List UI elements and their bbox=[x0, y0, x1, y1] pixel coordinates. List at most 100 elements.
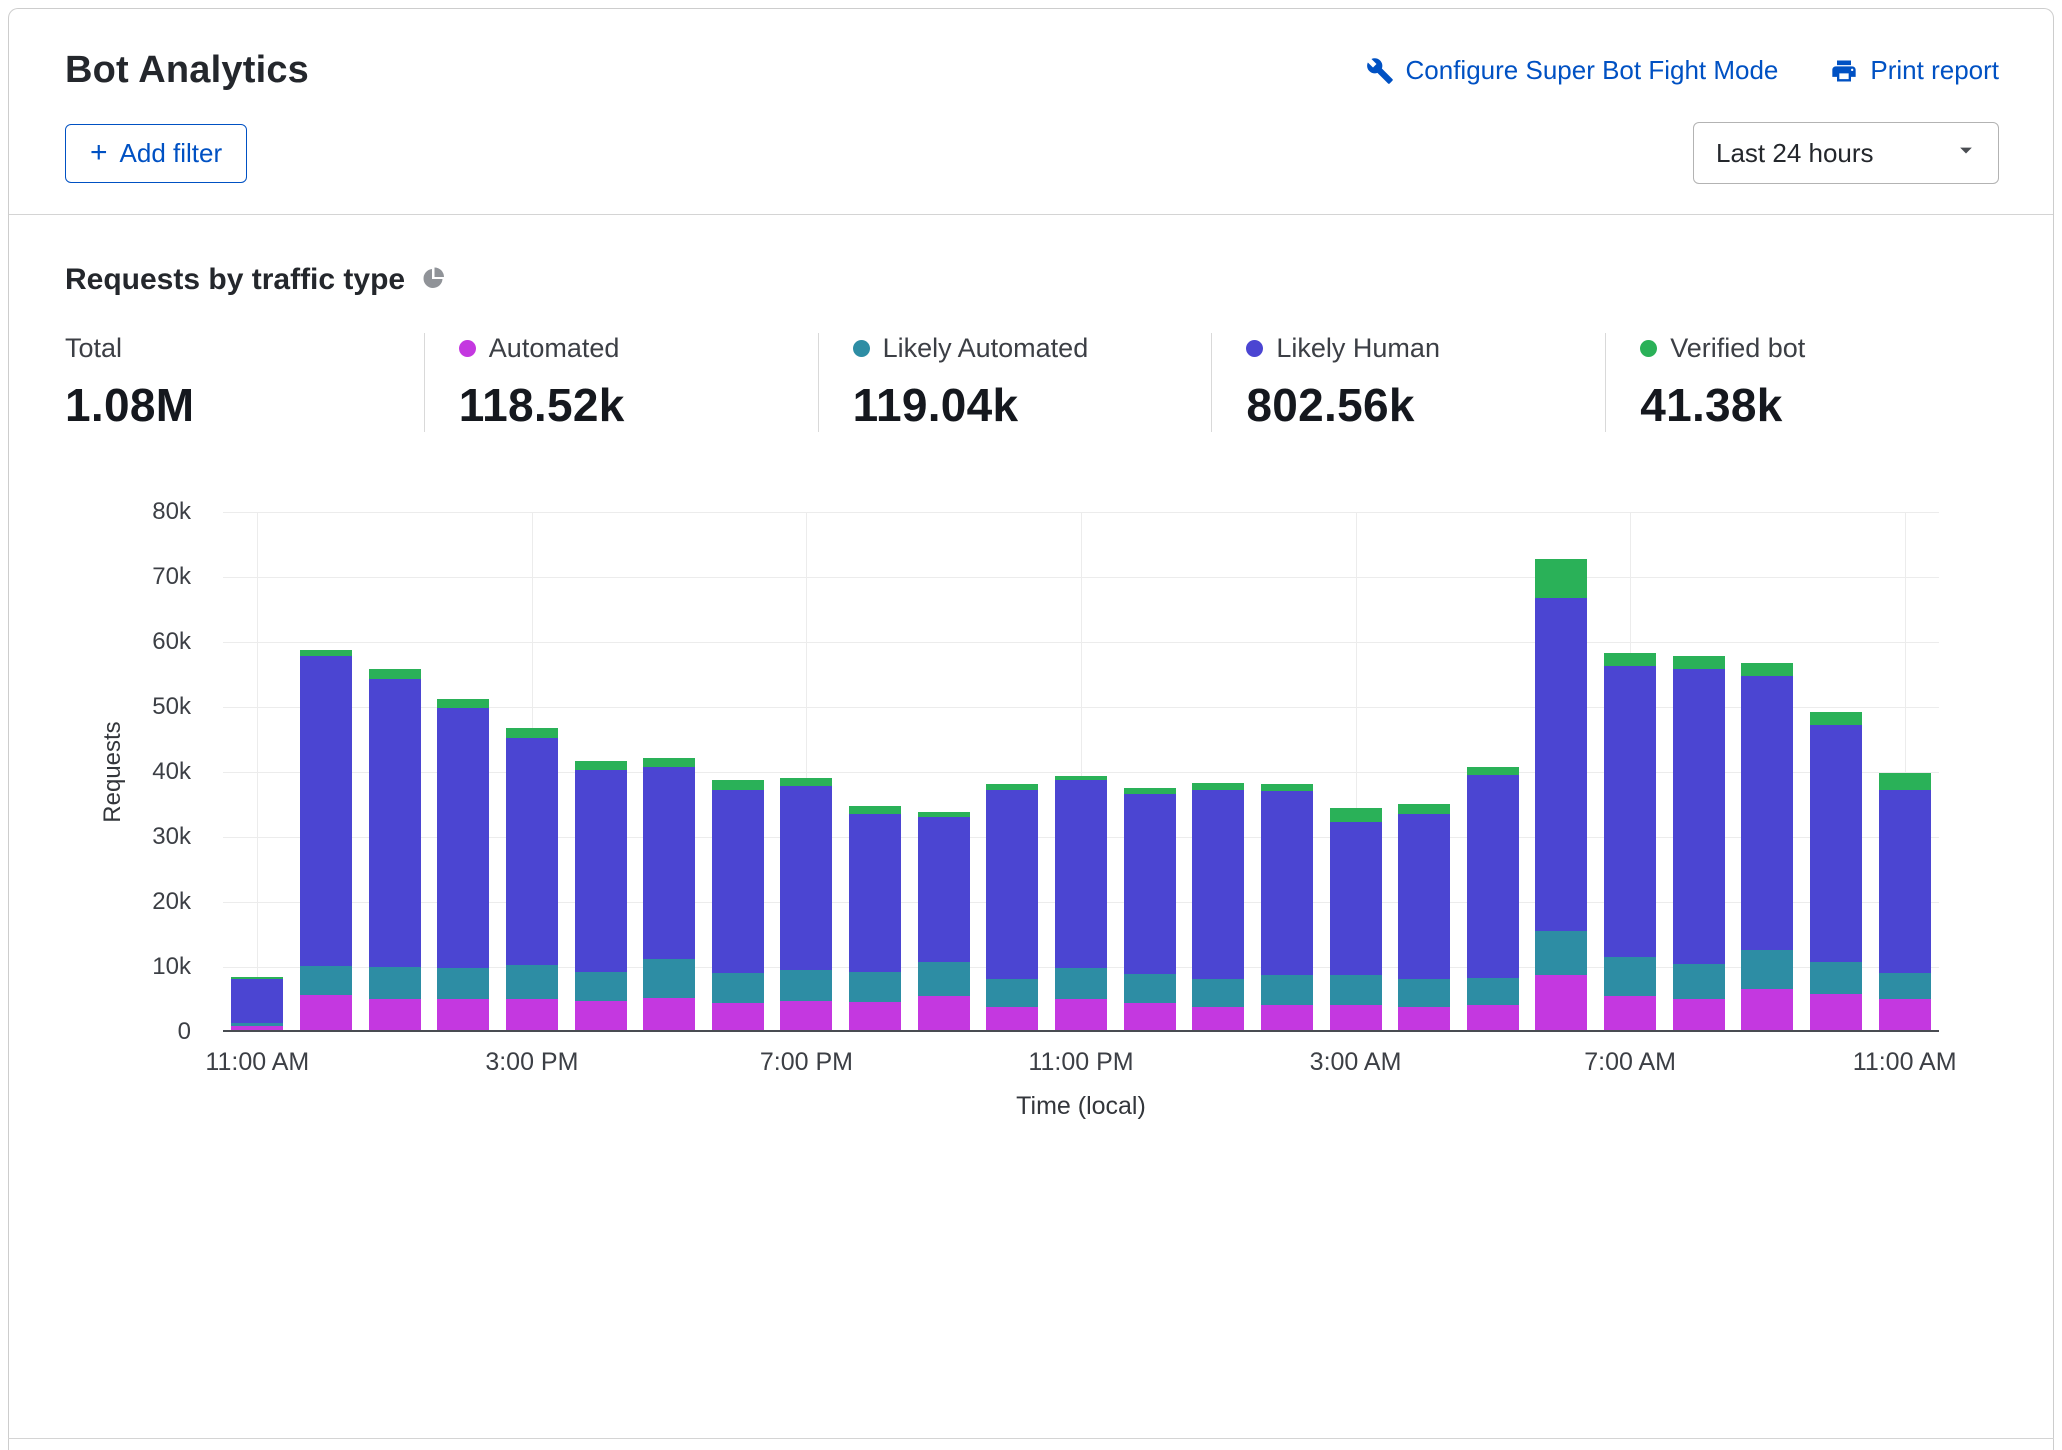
x-tick-label: 11:00 AM bbox=[1853, 1048, 1957, 1077]
bar-slot bbox=[1596, 512, 1665, 1030]
bar-segment-likely-human bbox=[1879, 790, 1931, 973]
stats-row: Total1.08MAutomated118.52kLikely Automat… bbox=[65, 333, 1999, 432]
bar-segment-likely-human bbox=[1192, 790, 1244, 979]
bar-segment-verified-bot bbox=[849, 806, 901, 814]
configure-super-bot-fight-mode-link[interactable]: Configure Super Bot Fight Mode bbox=[1366, 55, 1779, 86]
stat-value: 41.38k bbox=[1640, 378, 1999, 432]
x-tick-label: 11:00 AM bbox=[205, 1048, 309, 1077]
bar-slot bbox=[1870, 512, 1939, 1030]
time-range-value: Last 24 hours bbox=[1716, 138, 1874, 169]
stacked-bar bbox=[780, 778, 832, 1030]
stacked-bar bbox=[437, 699, 489, 1030]
stacked-bar bbox=[712, 780, 764, 1030]
stacked-bar bbox=[1741, 663, 1793, 1030]
bar-segment-likely-automated bbox=[780, 970, 832, 1001]
y-tick-label: 30k bbox=[152, 823, 191, 851]
bar-segment-likely-human bbox=[1741, 676, 1793, 950]
stacked-bar bbox=[1261, 784, 1313, 1030]
bar-slot bbox=[772, 512, 841, 1030]
bar-segment-likely-automated bbox=[1330, 975, 1382, 1004]
stat-value: 119.04k bbox=[853, 378, 1212, 432]
bar-slot bbox=[360, 512, 429, 1030]
print-link-label: Print report bbox=[1870, 55, 1999, 86]
bar-segment-verified-bot bbox=[1810, 712, 1862, 725]
section-title: Requests by traffic type bbox=[65, 263, 405, 297]
requests-chart: Requests 010k20k30k40k50k60k70k80k 11:00… bbox=[65, 512, 1999, 1152]
add-filter-button[interactable]: + Add filter bbox=[65, 124, 247, 183]
stacked-bar bbox=[231, 977, 283, 1030]
bar-segment-automated bbox=[1741, 989, 1793, 1030]
bar-segment-automated bbox=[1330, 1005, 1382, 1030]
bar-segment-likely-automated bbox=[437, 968, 489, 999]
stat-label: Likely Automated bbox=[883, 333, 1089, 364]
bar-segment-verified-bot bbox=[1398, 804, 1450, 814]
stacked-bar bbox=[918, 812, 970, 1030]
bar-segment-likely-automated bbox=[1604, 957, 1656, 996]
bar-segment-automated bbox=[300, 995, 352, 1030]
stacked-bar bbox=[506, 728, 558, 1030]
bar-segment-likely-human bbox=[437, 708, 489, 968]
stat-value: 802.56k bbox=[1246, 378, 1605, 432]
bar-segment-likely-human bbox=[1330, 822, 1382, 975]
printer-icon bbox=[1830, 57, 1858, 85]
bar-segment-automated bbox=[780, 1001, 832, 1030]
bar-segment-verified-bot bbox=[712, 780, 764, 789]
stacked-bar bbox=[1192, 783, 1244, 1030]
bar-segment-likely-automated bbox=[1741, 950, 1793, 989]
card-body: Requests by traffic type Total1.08MAutom… bbox=[9, 215, 2053, 1152]
time-range-select[interactable]: Last 24 hours bbox=[1693, 122, 1999, 184]
bar-segment-automated bbox=[369, 999, 421, 1030]
print-report-link[interactable]: Print report bbox=[1830, 55, 1999, 86]
stacked-bar bbox=[986, 784, 1038, 1030]
bar-segment-automated bbox=[1879, 999, 1931, 1030]
bar-segment-likely-automated bbox=[1535, 931, 1587, 976]
bar-segment-likely-human bbox=[1398, 814, 1450, 979]
card-header: Bot Analytics Configure Super Bot Fight … bbox=[9, 9, 2053, 214]
stacked-bar bbox=[1810, 712, 1862, 1030]
stacked-bar bbox=[1467, 767, 1519, 1030]
bar-segment-likely-human bbox=[1055, 780, 1107, 968]
bar-slot bbox=[1527, 512, 1596, 1030]
bar-segment-verified-bot bbox=[506, 728, 558, 738]
bar-segment-verified-bot bbox=[780, 778, 832, 786]
bar-segment-likely-human bbox=[643, 767, 695, 959]
y-tick-label: 10k bbox=[152, 953, 191, 981]
legend-dot bbox=[1246, 340, 1263, 357]
stacked-bar bbox=[1330, 808, 1382, 1030]
stat-label: Likely Human bbox=[1276, 333, 1440, 364]
bar-segment-likely-human bbox=[780, 786, 832, 969]
wrench-icon bbox=[1366, 57, 1394, 85]
stacked-bar bbox=[1535, 559, 1587, 1030]
bar-segment-likely-human bbox=[986, 790, 1038, 979]
stat-value: 118.52k bbox=[459, 378, 818, 432]
x-tick-label: 7:00 AM bbox=[1584, 1048, 1676, 1077]
chevron-down-icon bbox=[1952, 136, 1980, 171]
bar-slot bbox=[1664, 512, 1733, 1030]
stat-label: Automated bbox=[489, 333, 620, 364]
bar-segment-likely-human bbox=[1261, 791, 1313, 976]
y-tick-label: 70k bbox=[152, 563, 191, 591]
bar-segment-likely-automated bbox=[1673, 964, 1725, 1000]
bar-segment-likely-automated bbox=[849, 972, 901, 1002]
x-tick-label: 7:00 PM bbox=[760, 1048, 853, 1077]
bar-slot bbox=[498, 512, 567, 1030]
legend-dot bbox=[459, 340, 476, 357]
stat-label: Verified bot bbox=[1670, 333, 1805, 364]
configure-link-label: Configure Super Bot Fight Mode bbox=[1406, 55, 1779, 86]
bar-segment-likely-human bbox=[1124, 794, 1176, 974]
bar-segment-automated bbox=[849, 1002, 901, 1030]
bar-slot bbox=[429, 512, 498, 1030]
legend-dot bbox=[853, 340, 870, 357]
bar-segment-verified-bot bbox=[1261, 784, 1313, 791]
bar-segment-likely-automated bbox=[1810, 962, 1862, 994]
bar-segment-verified-bot bbox=[1330, 808, 1382, 822]
bar-slot bbox=[223, 512, 292, 1030]
bar-segment-likely-automated bbox=[1398, 979, 1450, 1007]
x-axis-labels: 11:00 AM3:00 PM7:00 PM11:00 PM3:00 AM7:0… bbox=[223, 1036, 1939, 1080]
plus-icon: + bbox=[90, 143, 108, 163]
bar-slot bbox=[909, 512, 978, 1030]
bar-segment-verified-bot bbox=[643, 758, 695, 767]
pie-chart-icon bbox=[421, 266, 445, 295]
bar-segment-likely-human bbox=[575, 770, 627, 972]
bars bbox=[223, 512, 1939, 1030]
